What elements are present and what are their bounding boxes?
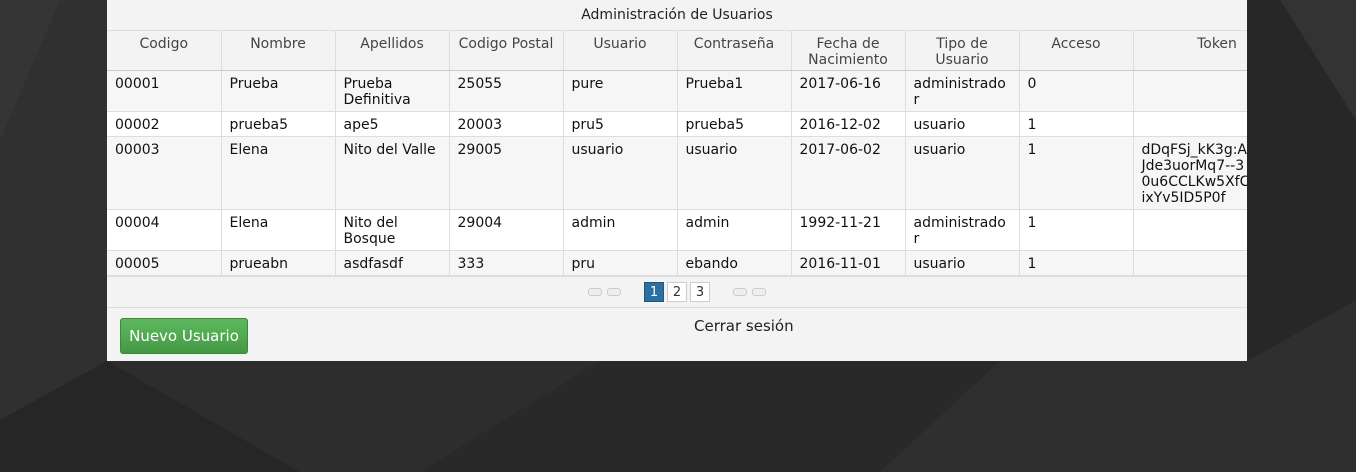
page-button-3[interactable]: 3 <box>690 282 710 302</box>
grid-title: Administración de Usuarios <box>107 0 1247 31</box>
cell-nombre: prueabn <box>221 250 336 276</box>
cell-tipo-usuario: usuario <box>905 111 1020 137</box>
first-page-icon[interactable] <box>588 288 602 296</box>
cell-contrasena: usuario <box>677 136 792 210</box>
logout-link[interactable]: Cerrar sesión <box>694 317 794 335</box>
cell-acceso: 1 <box>1019 111 1134 137</box>
cell-nombre: Elena <box>221 136 336 210</box>
cell-usuario: pru5 <box>563 111 678 137</box>
cell-nombre: Elena <box>221 209 336 251</box>
cell-contrasena: prueba5 <box>677 111 792 137</box>
cell-token <box>1133 209 1247 251</box>
cell-usuario: usuario <box>563 136 678 210</box>
cell-usuario: pru <box>563 250 678 276</box>
cell-contrasena: Prueba1 <box>677 70 792 112</box>
table-row[interactable]: 00003 Elena Nito del Valle 29005 usuario usua… <box>107 136 1247 210</box>
cell-apellidos: Nito del Valle <box>335 136 450 210</box>
cell-codigo: 00005 <box>107 250 222 276</box>
column-header-codigo-postal[interactable]: Codigo Postal <box>449 31 564 71</box>
column-header-codigo[interactable]: Codigo <box>107 31 222 71</box>
cell-codigo-postal: 20003 <box>449 111 564 137</box>
cell-token <box>1133 70 1247 112</box>
cell-acceso: 1 <box>1019 136 1134 210</box>
users-admin-panel: Administración de Usuarios Codigo Nombre… <box>107 0 1247 361</box>
cell-codigo-postal: 25055 <box>449 70 564 112</box>
table-row[interactable]: 00004 Elena Nito del Bosque 29004 admin admin… <box>107 209 1247 251</box>
cell-acceso: 1 <box>1019 250 1134 276</box>
table-header-row: Codigo Nombre Apellidos Codigo Postal Us… <box>107 31 1247 71</box>
cell-fecha-nacimiento: 2017-06-16 <box>791 70 906 112</box>
table-row[interactable]: 00001 Prueba Prueba Definitiva 25055 pure Pru… <box>107 70 1247 112</box>
cell-token <box>1133 250 1247 276</box>
cell-codigo-postal: 29004 <box>449 209 564 251</box>
cell-codigo: 00002 <box>107 111 222 137</box>
next-page-icon[interactable] <box>733 288 747 296</box>
cell-contrasena: ebando <box>677 250 792 276</box>
column-header-tipo-usuario[interactable]: Tipo de Usuario <box>905 31 1020 71</box>
cell-codigo: 00004 <box>107 209 222 251</box>
column-header-token[interactable]: Token <box>1133 31 1247 71</box>
cell-tipo-usuario: administrador <box>905 70 1020 112</box>
last-page-icon[interactable] <box>752 288 766 296</box>
users-table: Codigo Nombre Apellidos Codigo Postal Us… <box>107 31 1247 276</box>
cell-usuario: admin <box>563 209 678 251</box>
cell-fecha-nacimiento: 2016-11-01 <box>791 250 906 276</box>
prev-page-icon[interactable] <box>607 288 621 296</box>
cell-codigo-postal: 333 <box>449 250 564 276</box>
cell-apellidos: asdfasdf <box>335 250 450 276</box>
cell-token <box>1133 111 1247 137</box>
column-header-contrasena[interactable]: Contraseña <box>677 31 792 71</box>
cell-acceso: 0 <box>1019 70 1134 112</box>
column-header-nombre[interactable]: Nombre <box>221 31 336 71</box>
cell-tipo-usuario: usuario <box>905 136 1020 210</box>
column-header-usuario[interactable]: Usuario <box>563 31 678 71</box>
panel-footer: Nuevo Usuario Cerrar sesión <box>107 308 1247 358</box>
cell-contrasena: admin <box>677 209 792 251</box>
page-button-1[interactable]: 1 <box>644 282 664 302</box>
cell-codigo: 00003 <box>107 136 222 210</box>
cell-acceso: 1 <box>1019 209 1134 251</box>
users-table-body: 00001 Prueba Prueba Definitiva 25055 pure Pru… <box>107 70 1247 276</box>
cell-apellidos: Prueba Definitiva <box>335 70 450 112</box>
cell-apellidos: Nito del Bosque <box>335 209 450 251</box>
cell-tipo-usuario: usuario <box>905 250 1020 276</box>
cell-fecha-nacimiento: 2017-06-02 <box>791 136 906 210</box>
cell-apellidos: ape5 <box>335 111 450 137</box>
cell-usuario: pure <box>563 70 678 112</box>
column-header-apellidos[interactable]: Apellidos <box>335 31 450 71</box>
cell-nombre: Prueba <box>221 70 336 112</box>
cell-codigo-postal: 29005 <box>449 136 564 210</box>
new-user-button[interactable]: Nuevo Usuario <box>120 318 248 354</box>
column-header-fecha-nacimiento[interactable]: Fecha de Nacimiento <box>791 31 906 71</box>
cell-fecha-nacimiento: 1992-11-21 <box>791 209 906 251</box>
table-row[interactable]: 00005 prueabn asdfasdf 333 pru ebando 2016-11-… <box>107 250 1247 276</box>
cell-fecha-nacimiento: 2016-12-02 <box>791 111 906 137</box>
cell-tipo-usuario: administrador <box>905 209 1020 251</box>
cell-nombre: prueba5 <box>221 111 336 137</box>
page-button-2[interactable]: 2 <box>667 282 687 302</box>
column-header-acceso[interactable]: Acceso <box>1019 31 1134 71</box>
cell-token: dDqFSj_kK3g:A Jde3uorMq7--3 0u6CCLKw5XfC… <box>1133 136 1247 210</box>
cell-codigo: 00001 <box>107 70 222 112</box>
pagination: 1 2 3 <box>107 276 1247 308</box>
table-row[interactable]: 00002 prueba5 ape5 20003 pru5 prueba5 2016-12-… <box>107 111 1247 137</box>
